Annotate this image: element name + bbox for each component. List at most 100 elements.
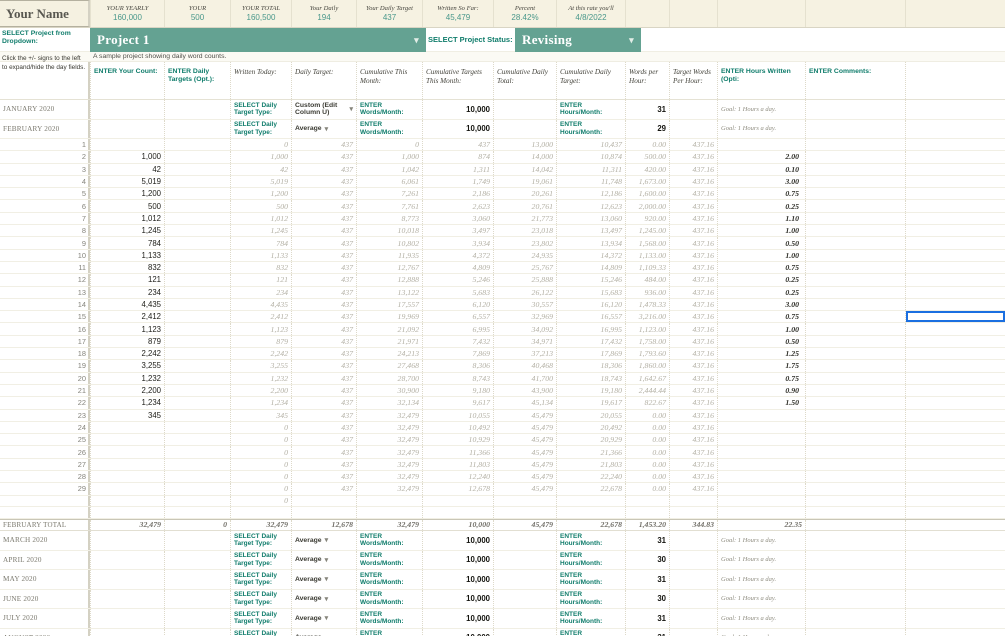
- cell-daily-target-opt[interactable]: [164, 175, 230, 188]
- cell-daily-target-opt[interactable]: [164, 570, 230, 589]
- cell-hours-written[interactable]: [717, 471, 805, 483]
- words-per-month-value[interactable]: 10,000: [422, 570, 493, 589]
- cell-hours-written[interactable]: 2.00: [717, 151, 805, 163]
- cell-your-count[interactable]: 2,200: [90, 384, 164, 397]
- cell-your-count[interactable]: 1,123: [90, 323, 164, 335]
- cell-daily-target-opt[interactable]: [164, 225, 230, 237]
- cell-comments[interactable]: [805, 434, 905, 446]
- hours-per-month-value[interactable]: 31: [625, 531, 669, 550]
- hours-per-month-value[interactable]: 31: [625, 609, 669, 628]
- hours-per-month-value[interactable]: 30: [625, 589, 669, 609]
- cell-comments[interactable]: [805, 589, 905, 609]
- cell-daily-target-opt[interactable]: [164, 200, 230, 212]
- empty-cell[interactable]: [905, 471, 1005, 483]
- cell-daily-target-opt[interactable]: [164, 531, 230, 550]
- cell-comments[interactable]: [805, 261, 905, 274]
- cell-hours-written[interactable]: 1.25: [717, 348, 805, 360]
- cell-hours-written[interactable]: 0.50: [717, 335, 805, 348]
- cell-hours-written[interactable]: 0.25: [717, 274, 805, 286]
- cell-daily-target-opt[interactable]: [164, 372, 230, 384]
- cell-your-count[interactable]: 2,412: [90, 311, 164, 323]
- words-per-month-value[interactable]: 10,000: [422, 550, 493, 570]
- cell-your-count[interactable]: [90, 434, 164, 446]
- cell-your-count[interactable]: 345: [90, 409, 164, 421]
- cell-daily-target-opt[interactable]: [164, 628, 230, 636]
- cell-daily-target-opt[interactable]: [164, 212, 230, 225]
- cell-hours-written[interactable]: 3.00: [717, 298, 805, 311]
- daily-target-type-dropdown[interactable]: Average▾: [291, 531, 356, 550]
- cell-daily-target-opt[interactable]: [164, 100, 230, 119]
- cell-comments[interactable]: [805, 311, 905, 323]
- empty-cell[interactable]: [905, 421, 1005, 434]
- cell-comments[interactable]: [805, 274, 905, 286]
- cell-daily-target-opt[interactable]: [164, 550, 230, 570]
- empty-cell[interactable]: [905, 200, 1005, 212]
- cell-comments[interactable]: [805, 409, 905, 421]
- daily-target-type-dropdown[interactable]: Average▾: [291, 628, 356, 636]
- cell-hours-written[interactable]: 0.75: [717, 372, 805, 384]
- empty-cell[interactable]: [905, 163, 1005, 175]
- cell-comments[interactable]: [805, 397, 905, 409]
- cell-comments[interactable]: [805, 335, 905, 348]
- cell-your-count[interactable]: [90, 589, 164, 609]
- cell-daily-target-opt[interactable]: [164, 188, 230, 200]
- cell-comments[interactable]: [805, 348, 905, 360]
- hours-per-month-value[interactable]: 30: [625, 550, 669, 570]
- cell-hours-written[interactable]: 0.50: [717, 237, 805, 249]
- cell-your-count[interactable]: [90, 100, 164, 119]
- cell-comments[interactable]: [805, 446, 905, 458]
- cell-daily-target-opt[interactable]: [164, 434, 230, 446]
- empty-cell[interactable]: [905, 335, 1005, 348]
- cell-comments[interactable]: [805, 139, 905, 151]
- empty-cell[interactable]: [905, 212, 1005, 225]
- cell-daily-target-opt[interactable]: [164, 249, 230, 261]
- cell-daily-target-opt[interactable]: [164, 458, 230, 471]
- empty-cell[interactable]: [905, 286, 1005, 298]
- empty-cell[interactable]: [905, 188, 1005, 200]
- empty-cell[interactable]: [905, 372, 1005, 384]
- empty-cell[interactable]: [905, 139, 1005, 151]
- empty-cell[interactable]: [905, 323, 1005, 335]
- words-per-month-value[interactable]: 10,000: [422, 100, 493, 119]
- cell-your-count[interactable]: [90, 570, 164, 589]
- cell-daily-target-opt[interactable]: [164, 589, 230, 609]
- cell-your-count[interactable]: [90, 421, 164, 434]
- cell-comments[interactable]: [805, 100, 905, 119]
- cell-comments[interactable]: [805, 531, 905, 550]
- cell-daily-target-opt[interactable]: [164, 237, 230, 249]
- cell-daily-target-opt[interactable]: [164, 335, 230, 348]
- cell-comments[interactable]: [805, 175, 905, 188]
- empty-cell[interactable]: [905, 348, 1005, 360]
- cell-your-count[interactable]: 2,242: [90, 348, 164, 360]
- cell-your-count[interactable]: 3,255: [90, 360, 164, 372]
- daily-target-type-dropdown[interactable]: Average▾: [291, 119, 356, 138]
- cell-hours-written[interactable]: [717, 458, 805, 471]
- cell-your-count[interactable]: [90, 609, 164, 628]
- cell-comments[interactable]: [805, 249, 905, 261]
- empty-cell[interactable]: [905, 298, 1005, 311]
- cell-daily-target-opt[interactable]: [164, 384, 230, 397]
- cell-your-count[interactable]: 42: [90, 163, 164, 175]
- cell-comments[interactable]: [805, 570, 905, 589]
- cell-hours-written[interactable]: 1.10: [717, 212, 805, 225]
- cell-daily-target-opt[interactable]: [164, 311, 230, 323]
- cell-hours-written[interactable]: 0.90: [717, 384, 805, 397]
- words-per-month-value[interactable]: 10,000: [422, 628, 493, 636]
- empty-cell[interactable]: [905, 225, 1005, 237]
- cell-comments[interactable]: [805, 628, 905, 636]
- cell-daily-target-opt[interactable]: [164, 409, 230, 421]
- cell-your-count[interactable]: [90, 628, 164, 636]
- cell-your-count[interactable]: 1,133: [90, 249, 164, 261]
- cell-hours-written[interactable]: 0.10: [717, 163, 805, 175]
- cell-comments[interactable]: [805, 163, 905, 175]
- empty-cell[interactable]: [905, 274, 1005, 286]
- cell-hours-written[interactable]: 0.75: [717, 261, 805, 274]
- cell-daily-target-opt[interactable]: [164, 298, 230, 311]
- cell-comments[interactable]: [805, 471, 905, 483]
- cell-daily-target-opt[interactable]: [164, 397, 230, 409]
- empty-cell[interactable]: [905, 483, 1005, 495]
- cell-hours-written[interactable]: 0.75: [717, 188, 805, 200]
- cell-your-count[interactable]: 234: [90, 286, 164, 298]
- cell-daily-target-opt[interactable]: [164, 163, 230, 175]
- cell-your-count[interactable]: 784: [90, 237, 164, 249]
